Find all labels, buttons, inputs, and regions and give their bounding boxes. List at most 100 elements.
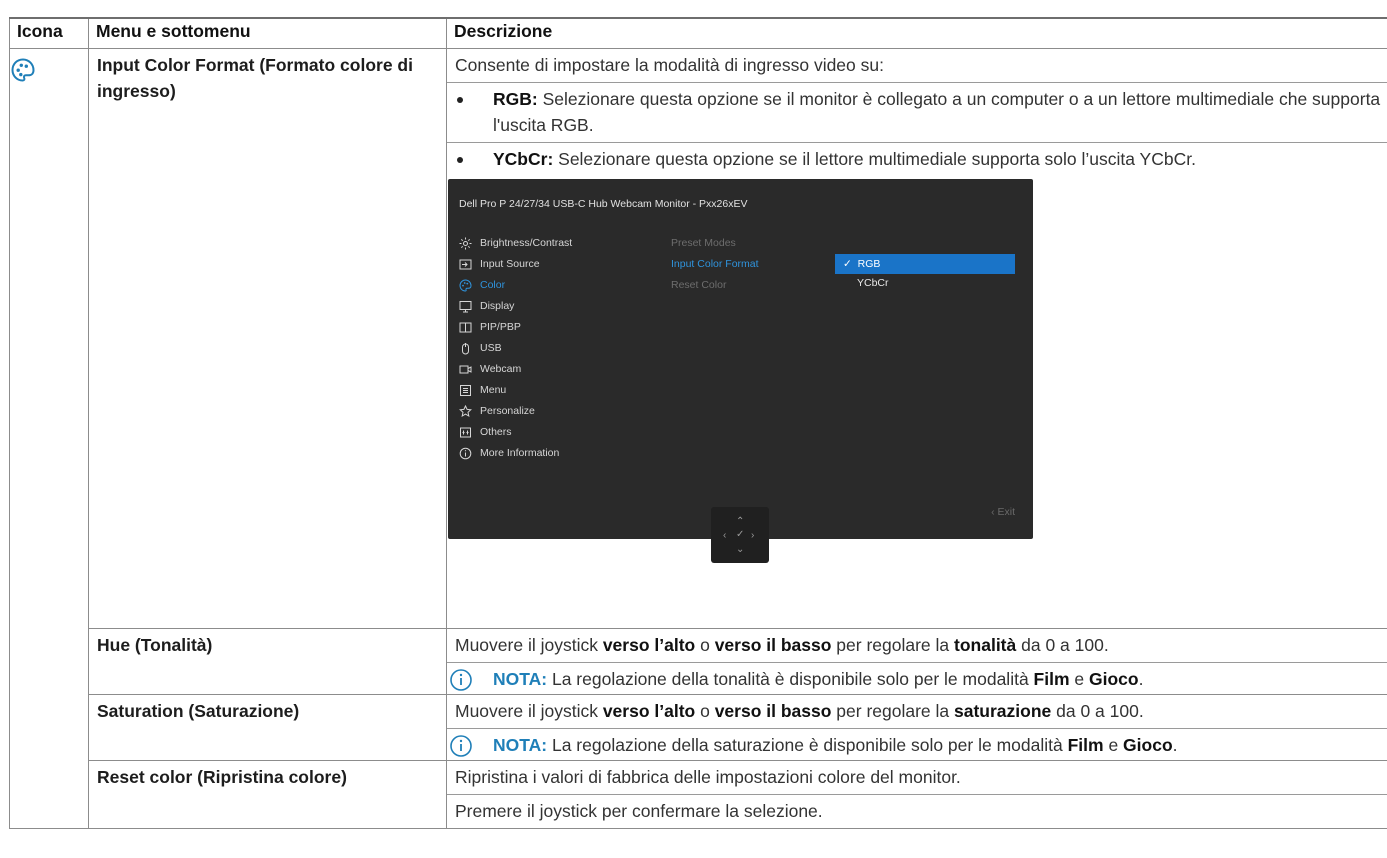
text-bold: verso il basso [714,701,832,721]
text-bold: Gioco [1089,669,1139,689]
table-row: Input Color Format (Formato colore di in… [9,48,1387,829]
text-run: e [1069,669,1089,689]
text-run: e [1103,735,1124,755]
osd-menu-others[interactable]: Others [459,424,512,440]
bullet-dot-icon [457,157,463,163]
table-row: Hue (Tonalità) Muovere il joystick verso… [10,628,1387,695]
osd-menu-label: Input Source [480,258,540,270]
osd-title: Dell Pro P 24/27/34 USB-C Hub Webcam Mon… [459,198,748,210]
osd-exit-label: Exit [997,506,1015,518]
usb-icon [462,342,469,354]
text-run: o [695,701,715,721]
desc-input-color-format: Consente di impostare la modalità di ing… [446,48,1387,629]
osd-submenu-input-color-format[interactable]: Input Color Format [671,258,759,270]
bullet-dot-icon [457,97,463,103]
osd-menu-usb[interactable]: USB [459,340,502,356]
reset-line-2: Premere il joystick per confermare la se… [447,794,1387,828]
text-bold: verso il basso [714,635,832,655]
text-run: La regolazione della saturazione è dispo… [547,735,1068,755]
chevron-right-icon: › [751,530,755,541]
osd-menu-label: Display [480,300,515,312]
bullet-ycbcr-text: Selezionare questa opzione se il lettore… [553,149,1196,169]
osd-menu-more-information[interactable]: More Information [459,445,559,461]
bullet-ycbcr-label: YCbCr: [493,149,554,169]
bullet-rgb: RGB: Selezionare questa opzione se il mo… [447,82,1387,142]
osd-menu-webcam[interactable]: Webcam [459,361,521,377]
palette-icon [11,58,35,82]
osd-menu-label: Menu [480,384,507,396]
header-menu: Menu e sottomenu [88,17,447,49]
text-run: . [1138,669,1144,689]
osd-menu-label: USB [480,342,502,354]
saturation-description: Muovere il joystick verso l’alto o verso… [447,695,1387,728]
osd-submenu-reset-color[interactable]: Reset Color [671,279,726,291]
osd-menu-brightness[interactable]: Brightness/Contrast [459,235,572,251]
text-run: Muovere il joystick [455,701,603,721]
osd-menu-pip-pbp[interactable]: PIP/PBP [459,319,521,335]
osd-menu-label: More Information [480,447,560,459]
osd-menu-label: Personalize [480,405,535,417]
text-bold: tonalità [954,635,1017,655]
text-bold: Film [1067,735,1104,755]
info-icon [450,669,472,691]
menu-saturation: Saturation (Saturazione) [88,694,447,761]
osd-menu-table: Icona Menu e sottomenu Descrizione Input… [9,17,1387,829]
text-run: La regolazione della tonalità è disponib… [547,669,1034,689]
others-icon [460,427,471,437]
chevron-up-icon: ⌃ [736,516,745,527]
saturation-note: NOTA: La regolazione della saturazione è… [447,728,1387,760]
input-icon [459,259,472,269]
display-icon [459,300,472,312]
hue-description: Muovere il joystick verso l’alto o verso… [447,629,1387,662]
text-run: . [1172,735,1178,755]
osd-menu-display[interactable]: Display [459,298,514,314]
osd-exit[interactable]: ‹ Exit [991,506,1015,518]
text-run: Muovere il joystick [455,635,603,655]
osd-option-ycbcr[interactable]: YCbCr [835,273,1015,293]
text-bold: Film [1033,669,1070,689]
menu-input-color-format: Input Color Format (Formato colore di in… [88,48,447,629]
note-label: NOTA: [493,669,548,689]
table-row: Saturation (Saturazione) Muovere il joys… [10,694,1387,761]
pip-icon [459,322,472,332]
text-bold: Gioco [1123,735,1173,755]
info-icon [459,447,472,459]
bullet-ycbcr: YCbCr: Selezionare questa opzione se il … [447,142,1387,176]
menu-reset-color: Reset color (Ripristina colore) [88,760,447,829]
osd-menu-label: Brightness/Contrast [480,237,573,249]
chevron-left-icon: ‹ [723,530,727,541]
desc-saturation: Muovere il joystick verso l’alto o verso… [446,694,1387,761]
text-run: per regolare la [831,635,955,655]
check-icon: ✓ [736,529,745,540]
text-run: o [695,635,715,655]
input-color-intro: Consente di impostare la modalità di ing… [455,55,884,75]
osd-option-rgb[interactable]: ✓ RGB [835,254,1015,274]
text-bold: saturazione [954,701,1052,721]
osd-menu-menu[interactable]: Menu [459,382,506,398]
desc-reset-color: Ripristina i valori di fabbrica delle im… [446,760,1387,829]
osd-menu-color[interactable]: Color [459,277,505,293]
osd-menu-personalize[interactable]: Personalize [459,403,535,419]
icon-cell [9,48,89,829]
manual-page: Icona Menu e sottomenu Descrizione Input… [0,0,1387,858]
osd-submenu-preset-modes[interactable]: Preset Modes [671,237,736,249]
reset-line-1: Ripristina i valori di fabbrica delle im… [455,767,961,787]
osd-option-label: RGB [857,258,881,270]
checkmark-icon: ✓ [843,258,852,270]
table-header-row: Icona Menu e sottomenu Descrizione [9,17,1387,49]
palette-icon [459,278,472,292]
osd-menu-label: Color [480,279,506,291]
osd-menu-input-source[interactable]: Input Source [459,256,540,272]
text-run: da 0 a 100. [1051,701,1144,721]
webcam-icon [459,365,472,373]
osd-menu-label: PIP/PBP [480,321,521,333]
header-icon: Icona [9,17,89,49]
desc-hue: Muovere il joystick verso l’alto o verso… [446,628,1387,695]
table-row: Reset color (Ripristina colore) Ripristi… [10,760,1387,829]
star-icon [459,404,472,417]
text-bold: verso l’alto [602,701,696,721]
bullet-rgb-label: RGB: [493,89,538,109]
menu-hue: Hue (Tonalità) [88,628,447,695]
text-bold: verso l’alto [602,635,696,655]
osd-menu-label: Webcam [480,363,522,375]
